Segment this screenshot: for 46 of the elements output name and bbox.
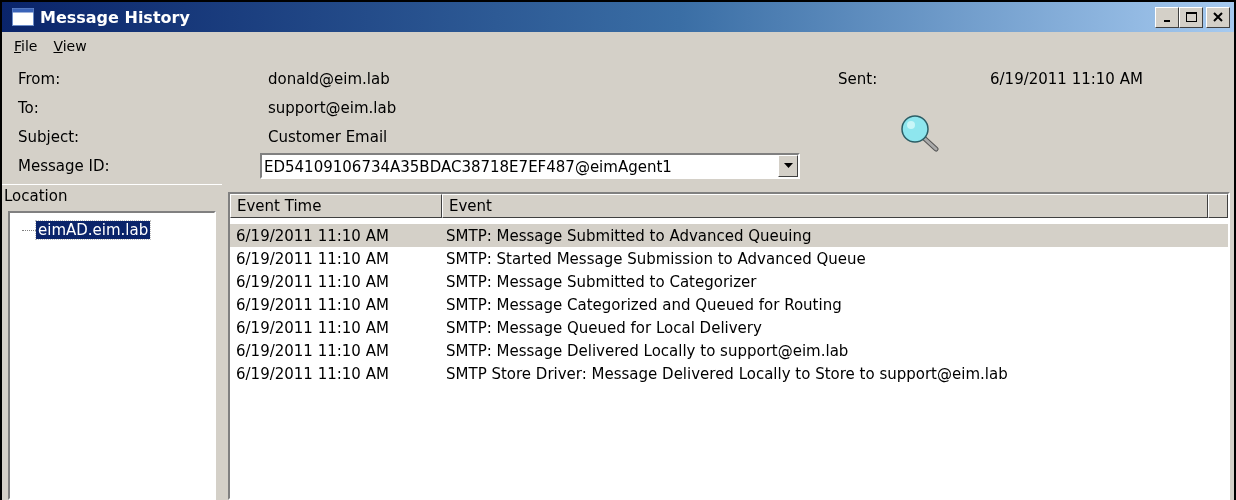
event-row[interactable]: 6/19/2011 11:10 AM SMTP Store Driver: Message Delivered Locally to Store to support@eim.lab (230, 362, 1228, 385)
event-time: 6/19/2011 11:10 AM (235, 295, 390, 314)
menu-item[interactable]: View (53, 38, 87, 54)
event-text: SMTP: Message Queued for Local Delivery (445, 318, 762, 337)
message-id-dropdown[interactable]: ED54109106734A35BDAC38718E7EF487@eimAgent1 (260, 152, 800, 179)
close-button[interactable] (1206, 6, 1230, 28)
field-label: Message ID: (18, 156, 111, 175)
event-time: 6/19/2011 11:10 AM (235, 249, 390, 268)
maximize-button[interactable] (1179, 6, 1203, 28)
window-icon (12, 8, 34, 26)
search-icon[interactable] (898, 114, 940, 152)
field-label: Sent: (838, 69, 879, 88)
minimize-button[interactable] (1155, 6, 1179, 28)
event-text: SMTP Store Driver: Message Delivered Locally to Store to support@eim.lab (445, 364, 1008, 383)
field-value: donald@eim.lab (268, 69, 391, 88)
column-header[interactable]: Event (442, 194, 1208, 218)
event-time: 6/19/2011 11:10 AM (235, 272, 390, 291)
event-text: SMTP: Message Delivered Locally to support@eim.lab (445, 341, 849, 360)
event-row[interactable]: 6/19/2011 11:10 AM SMTP: Message Queued for Local Delivery (230, 316, 1228, 339)
field-label: From: (18, 69, 62, 88)
field-value: 6/19/2011 11:10 AM (990, 69, 1144, 88)
maximize-icon (1185, 12, 1197, 22)
event-row[interactable]: 6/19/2011 11:10 AM SMTP: Message Submitted to Advanced Queuing (230, 224, 1228, 247)
event-time: 6/19/2011 11:10 AM (235, 318, 390, 337)
column-header[interactable]: Event Time (230, 194, 442, 218)
event-time: 6/19/2011 11:10 AM (235, 226, 390, 245)
caret-icon (783, 163, 793, 168)
minimize-icon (1164, 19, 1170, 22)
event-text: SMTP: Message Submitted to Categorizer (445, 272, 757, 291)
field-label: Subject: (18, 127, 81, 146)
field-value: Customer Email (268, 127, 389, 146)
event-row[interactable]: 6/19/2011 11:10 AM SMTP: Started Message Submission to Advanced Queue (230, 247, 1228, 270)
event-row[interactable]: 6/19/2011 11:10 AM SMTP: Message Submitted to Categorizer (230, 270, 1228, 293)
event-text: SMTP: Started Message Submission to Advanced Queue (445, 249, 866, 268)
menu-item[interactable]: File (14, 38, 38, 54)
event-time: 6/19/2011 11:10 AM (235, 364, 390, 383)
close-icon (1213, 12, 1223, 22)
event-text: SMTP: Message Categorized and Queued for Routing (445, 295, 842, 314)
event-time: 6/19/2011 11:10 AM (235, 341, 390, 360)
field-label: To: (18, 98, 40, 117)
event-row[interactable]: 6/19/2011 11:10 AM SMTP: Message Categorized and Queued for Routing (230, 293, 1228, 316)
event-text: SMTP: Message Submitted to Advanced Queuing (445, 226, 812, 245)
window-title: Message History (40, 7, 191, 27)
event-row[interactable]: 6/19/2011 11:10 AM SMTP: Message Delivered Locally to support@eim.lab (230, 339, 1228, 362)
field-value: support@eim.lab (268, 98, 398, 117)
tree-item[interactable]: eimAD.eim.lab (36, 221, 151, 239)
